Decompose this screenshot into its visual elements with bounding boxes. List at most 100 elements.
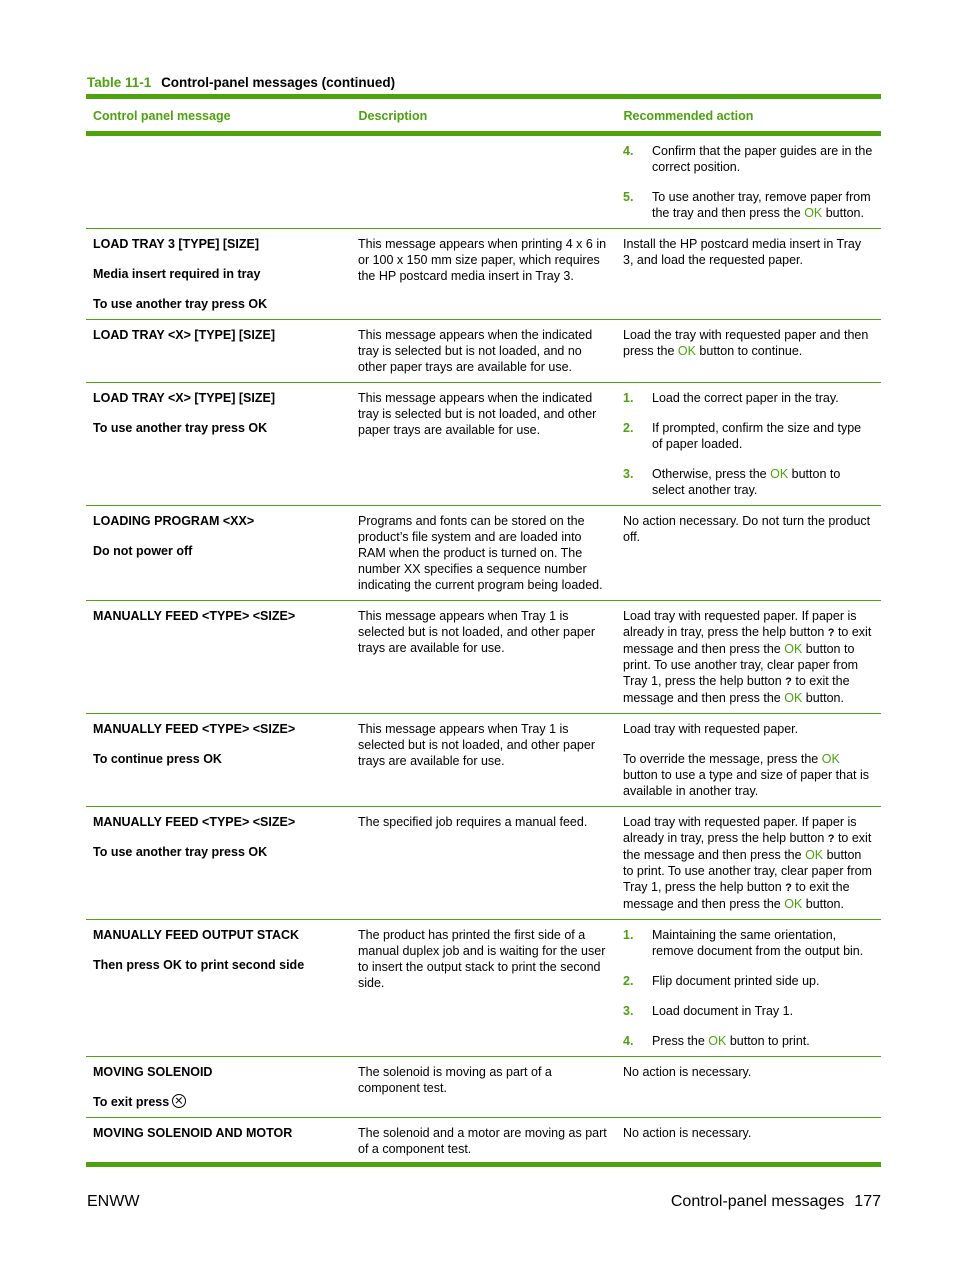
text-run: Load the correct paper in the tray. [652,391,839,405]
action-steps-list: 4. Confirm that the paper guides are in t… [623,143,874,221]
message-cell: MANUALLY FEED <TYPE> <SIZE> To continue p… [86,713,351,807]
message-text: LOAD TRAY <X> [TYPE] [SIZE] [93,390,344,406]
message-line: To continue press OK [93,752,222,766]
message-subtext: To use another tray press OK [93,420,344,436]
text-run: button to continue. [695,344,803,358]
action-step: 4. Press the OK button to print. [623,1033,874,1049]
message-cell: LOAD TRAY 3 [TYPE] [SIZE] Media insert re… [86,228,351,320]
action-cell: Load tray with requested paper. If paper… [616,806,881,920]
message-cell: MOVING SOLENOID AND MOTOR [86,1117,351,1167]
step-text: To use another tray, remove paper from t… [652,189,874,221]
text-run: button. [802,691,844,705]
description-cell [351,133,616,229]
control-panel-messages-table: Control panel message Description Recomm… [86,94,881,1167]
action-cell: No action is necessary. [616,1056,881,1118]
description-cell: The solenoid and a motor are moving as p… [351,1117,616,1167]
message-cell: LOAD TRAY <X> [TYPE] [SIZE] To use anothe… [86,382,351,506]
step-text: Load document in Tray 1. [652,1003,874,1019]
message-line: To exit press [93,1095,170,1109]
step-text: Press the OK button to print. [652,1033,874,1049]
page-number: 177 [854,1193,881,1210]
step-number: 4. [623,1034,634,1048]
description-text: The product has printed the first side o… [358,928,606,990]
table-row: LOAD TRAY <X> [TYPE] [SIZE] This message … [86,319,881,383]
cancel-x-circle-icon [172,1094,187,1108]
message-line: To use another tray press OK [93,845,268,859]
message-line: Then press OK to print second side [93,958,305,972]
message-line: To use another tray press OK [93,297,268,311]
action-steps-list: 1. Load the correct paper in the tray. 2. I… [623,390,874,498]
step-number: 3. [623,1004,634,1018]
action-step: 5. To use another tray, remove paper from… [623,189,874,221]
action-text: To override the message, press the OK bu… [623,751,874,799]
description-cell: The product has printed the first side o… [351,919,616,1057]
action-text: Install the HP postcard media insert in … [623,237,862,267]
message-cell: MANUALLY FEED <TYPE> <SIZE> [86,600,351,714]
text-run: Otherwise, press the [652,467,771,481]
step-number: 5. [623,190,634,204]
table-row: MANUALLY FEED <TYPE> <SIZE> To use anothe… [86,806,881,920]
column-header-message: Control panel message [86,94,351,136]
description-cell: This message appears when Tray 1 is sele… [351,600,616,714]
text-run: button. [802,897,844,911]
action-text: Load tray with requested paper. If paper… [623,814,874,912]
ok-button-label: OK [784,642,803,656]
action-text: No action necessary. Do not turn the pro… [623,514,871,544]
text-run: button to use a type and size of paper t… [623,768,869,798]
table-row: MANUALLY FEED OUTPUT STACK Then press OK … [86,919,881,1057]
message-subtext: To continue press OK [93,751,344,767]
table-title: Control-panel messages (continued) [161,75,396,90]
message-text: MOVING SOLENOID [93,1064,344,1080]
message-line: To use another tray press OK [93,421,268,435]
step-text: Otherwise, press the OK button to select… [652,466,874,498]
ok-button-label: OK [784,897,803,911]
description-cell: This message appears when the indicated … [351,319,616,383]
action-text: Load tray with requested paper. If paper… [623,608,874,706]
table-row: LOAD TRAY 3 [TYPE] [SIZE] Media insert re… [86,228,881,320]
text-run: button. [822,206,864,220]
description-text: Programs and fonts can be stored on the … [358,514,603,592]
action-cell: No action is necessary. [616,1117,881,1167]
table-number: Table 11-1 [87,75,152,90]
ok-button-label: OK [677,344,696,358]
action-cell: No action necessary. Do not turn the pro… [616,505,881,601]
action-cell: Install the HP postcard media insert in … [616,228,881,320]
description-text: The solenoid is moving as part of a comp… [358,1065,552,1095]
ok-button-label: OK [708,1034,727,1048]
description-cell: This message appears when the indicated … [351,382,616,506]
message-cell [86,133,351,229]
footer-section-title: Control-panel messages [670,1193,845,1210]
message-text: MOVING SOLENOID AND MOTOR [93,1125,344,1141]
message-cell: MANUALLY FEED <TYPE> <SIZE> To use anothe… [86,806,351,920]
step-text: If prompted, confirm the size and type o… [652,420,874,452]
text-run: button to print. [726,1034,810,1048]
text-run: Load document in Tray 1. [652,1004,794,1018]
action-step: 1. Maintaining the same orientation, remo… [623,927,874,959]
column-header-action: Recommended action [615,94,881,136]
description-text: This message appears when Tray 1 is sele… [358,609,595,655]
ok-button-label: OK [805,848,824,862]
step-text: Load the correct paper in the tray. [652,390,874,406]
message-cell: MANUALLY FEED OUTPUT STACK Then press OK … [86,919,351,1057]
message-cell: MOVING SOLENOID To exit press [86,1056,351,1118]
message-cell: LOAD TRAY <X> [TYPE] [SIZE] [86,319,351,383]
step-number: 1. [623,391,634,405]
action-step: 4. Confirm that the paper guides are in t… [623,143,874,175]
description-text: This message appears when Tray 1 is sele… [358,722,595,768]
text-run: Load tray with requested paper. If paper… [623,609,857,639]
table-caption: Table 11-1 Control-panel messages (conti… [87,75,395,90]
step-number: 2. [623,421,634,435]
action-cell: Load the tray with requested paper and t… [616,319,881,383]
message-line: MOVING SOLENOID [93,1065,213,1079]
step-number: 3. [623,467,634,481]
message-subtext: Then press OK to print second side [93,957,344,973]
description-text: The solenoid and a motor are moving as p… [358,1126,607,1156]
message-line: MANUALLY FEED <TYPE> <SIZE> [93,722,296,736]
step-number: 2. [623,974,634,988]
message-line: MOVING SOLENOID AND MOTOR [93,1126,293,1140]
message-cell: LOADING PROGRAM <XX> Do not power off [86,505,351,601]
description-text: This message appears when printing 4 x 6… [358,237,607,283]
table-row: LOADING PROGRAM <XX> Do not power off Prog… [86,505,881,601]
description-cell: This message appears when Tray 1 is sele… [351,713,616,807]
action-steps-list: 1. Maintaining the same orientation, remo… [623,927,874,1049]
